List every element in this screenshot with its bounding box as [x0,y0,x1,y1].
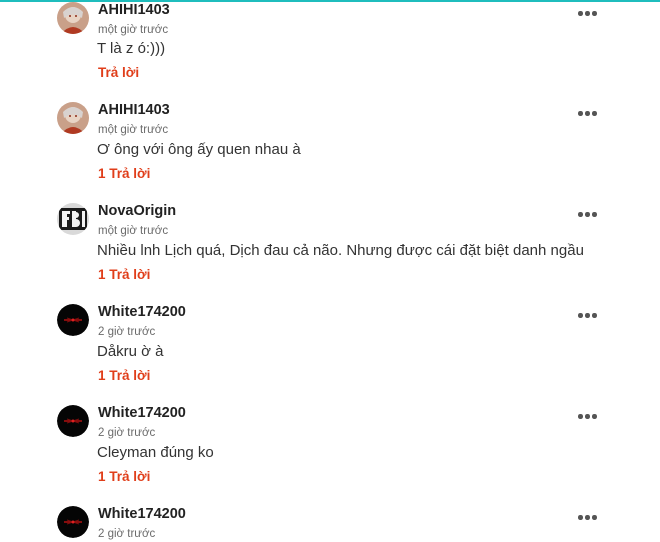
comment-item: NovaOrigin một giờ trước Nhiều lnh Lịch … [0,203,660,303]
dot-icon [592,515,597,520]
comment-username[interactable]: White174200 [98,304,186,321]
dark-avatar-icon [57,304,89,336]
dot-icon [585,313,590,318]
reply-link[interactable]: 1 Trả lời [98,267,150,283]
user-avatar[interactable] [57,102,89,134]
more-options-button[interactable] [578,107,600,119]
more-options-button[interactable] [578,511,600,523]
comment-text: Cleyman đúng ko [97,444,214,461]
comment-timestamp: 2 giờ trước [98,427,156,439]
comment-text: T là z ó:))) [97,40,166,57]
comment-timestamp: một giờ trước [98,24,169,36]
comment-timestamp: 2 giờ trước [98,528,156,540]
dot-icon [578,212,583,217]
dark-avatar-icon [57,405,89,437]
comment-username[interactable]: AHIHI1403 [98,102,170,119]
user-avatar[interactable] [57,2,89,34]
comment-item: White174200 2 giờ trước [0,506,660,542]
comment-timestamp: một giờ trước [98,225,169,237]
reply-link[interactable]: 1 Trả lời [98,368,150,384]
dot-icon [592,11,597,16]
user-avatar[interactable] [57,405,89,437]
dot-icon [585,212,590,217]
dot-icon [578,313,583,318]
comment-item: White174200 2 giờ trước Dåkru ờ à 1 Trả … [0,304,660,404]
comment-item: AHIHI1403 một giờ trước T là z ó:))) Trả… [0,2,660,102]
more-options-button[interactable] [578,309,600,321]
user-avatar[interactable] [57,203,89,235]
dot-icon [585,515,590,520]
comment-username[interactable]: White174200 [98,506,186,523]
comment-item: AHIHI1403 một giờ trước Ơ ông với ông ấy… [0,102,660,202]
more-options-button[interactable] [578,7,600,19]
more-options-button[interactable] [578,208,600,220]
dot-icon [592,414,597,419]
dot-icon [578,515,583,520]
user-avatar[interactable] [57,304,89,336]
dot-icon [585,414,590,419]
user-avatar[interactable] [57,506,89,538]
anime-avatar-icon [57,2,89,34]
anime-avatar-icon [57,102,89,134]
dot-icon [578,11,583,16]
dot-icon [585,111,590,116]
dot-icon [578,414,583,419]
dot-icon [578,111,583,116]
reply-link[interactable]: Trả lời [98,65,139,81]
dot-icon [592,313,597,318]
reply-link[interactable]: 1 Trả lời [98,469,150,485]
comment-text: Dåkru ờ à [97,343,164,360]
comment-item: White174200 2 giờ trước Cleyman đúng ko … [0,405,660,505]
dark-avatar-icon [57,506,89,538]
comment-username[interactable]: AHIHI1403 [98,2,170,19]
comment-timestamp: 2 giờ trước [98,326,156,338]
dot-icon [592,212,597,217]
fbi-logo-icon [57,203,89,235]
comment-text: Ơ ông với ông ấy quen nhau à [97,141,301,158]
comment-timestamp: một giờ trước [98,124,169,136]
reply-link[interactable]: 1 Trả lời [98,166,150,182]
more-options-button[interactable] [578,410,600,422]
dot-icon [585,11,590,16]
comment-username[interactable]: NovaOrigin [98,203,176,220]
dot-icon [592,111,597,116]
comment-username[interactable]: White174200 [98,405,186,422]
comment-text: Nhiều lnh Lịch quá, Dịch đau cả não. Như… [97,242,584,259]
